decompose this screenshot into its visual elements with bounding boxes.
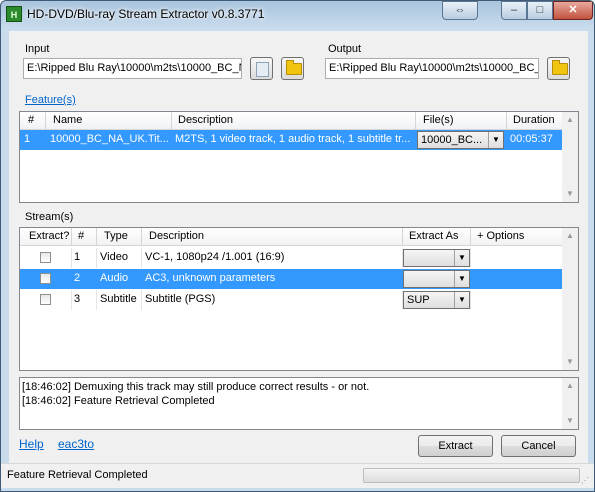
col-stream-num[interactable]: # bbox=[78, 230, 84, 242]
col-extract[interactable]: Extract? bbox=[29, 230, 69, 242]
extract-checkbox[interactable] bbox=[40, 294, 51, 305]
feature-files-value: 10000_BC... bbox=[421, 134, 483, 146]
output-path-field[interactable]: E:\Ripped Blu Ray\10000\m2ts\10000_BC_NA… bbox=[325, 58, 539, 79]
input-disc-button[interactable] bbox=[250, 57, 273, 80]
col-duration[interactable]: Duration bbox=[513, 114, 555, 126]
chevron-down-icon: ▼ bbox=[454, 292, 469, 308]
folder-icon bbox=[552, 60, 568, 75]
status-bar: Feature Retrieval Completed ⋰ bbox=[1, 463, 594, 488]
extract-checkbox[interactable] bbox=[40, 252, 51, 263]
stream-type: Subtitle bbox=[100, 293, 137, 305]
chevron-down-icon: ▼ bbox=[488, 132, 503, 148]
input-browse-button[interactable] bbox=[281, 57, 304, 80]
col-type[interactable]: Type bbox=[104, 230, 128, 242]
input-path-field[interactable]: E:\Ripped Blu Ray\10000\m2ts\10000_BC_NA… bbox=[23, 58, 242, 79]
extract-checkbox[interactable] bbox=[40, 273, 51, 284]
stream-type: Video bbox=[100, 251, 128, 263]
extract-as-value: SUP bbox=[407, 294, 430, 306]
col-num[interactable]: # bbox=[28, 114, 34, 126]
stream-row[interactable]: 2 Audio AC3, unknown parameters ▼ bbox=[20, 269, 563, 289]
resize-grip-icon[interactable]: ⋰ bbox=[581, 476, 591, 486]
scroll-down-icon[interactable]: ▼ bbox=[562, 354, 578, 370]
client-area: Input E:\Ripped Blu Ray\10000\m2ts\10000… bbox=[9, 31, 588, 487]
output-label: Output bbox=[328, 43, 362, 55]
stream-description: AC3, unknown parameters bbox=[145, 272, 276, 284]
progress-bar bbox=[363, 468, 580, 483]
input-label: Input bbox=[25, 43, 50, 55]
scroll-up-icon[interactable]: ▲ bbox=[562, 378, 578, 394]
scroll-up-icon[interactable]: ▲ bbox=[562, 112, 578, 128]
feature-name: 10000_BC_NA_UK.Tit... bbox=[50, 133, 169, 145]
streams-header: Extract? # Type Description Extract As +… bbox=[20, 228, 578, 246]
feature-num: 1 bbox=[24, 133, 31, 145]
folder-icon bbox=[286, 60, 302, 75]
features-label[interactable]: Feature(s) bbox=[25, 94, 76, 106]
streams-grid: Extract? # Type Description Extract As +… bbox=[19, 227, 579, 371]
disc-icon bbox=[256, 62, 269, 77]
eac3to-link[interactable]: eac3to bbox=[58, 437, 94, 451]
stream-type: Audio bbox=[100, 272, 129, 284]
stream-row[interactable]: 1 Video VC-1, 1080p24 /1.001 (16:9) ▼ bbox=[20, 248, 563, 268]
col-options[interactable]: + Options bbox=[477, 230, 524, 242]
log-box[interactable]: [18:46:02] Demuxing this track may still… bbox=[19, 377, 579, 430]
streams-scrollbar[interactable]: ▲ ▼ bbox=[562, 228, 578, 370]
feature-files-dropdown[interactable]: 10000_BC... ▼ bbox=[417, 131, 504, 149]
stream-row[interactable]: 3 Subtitle Subtitle (PGS) SUP ▼ bbox=[20, 290, 563, 310]
feature-duration: 00:05:37 bbox=[510, 133, 553, 145]
chevron-down-icon: ▼ bbox=[454, 271, 469, 287]
col-files[interactable]: File(s) bbox=[423, 114, 454, 126]
chevron-down-icon: ▼ bbox=[454, 250, 469, 266]
scroll-down-icon[interactable]: ▼ bbox=[562, 413, 578, 429]
log-line: [18:46:02] Feature Retrieval Completed bbox=[22, 395, 215, 407]
col-description[interactable]: Description bbox=[178, 114, 233, 126]
col-name[interactable]: Name bbox=[53, 114, 82, 126]
features-scrollbar[interactable]: ▲ ▼ bbox=[562, 112, 578, 202]
log-line: [18:46:02] Demuxing this track may still… bbox=[22, 381, 370, 393]
status-text: Feature Retrieval Completed bbox=[7, 469, 148, 481]
close-button[interactable]: ✕ bbox=[553, 1, 593, 20]
app-icon[interactable]: H bbox=[6, 6, 22, 22]
log-scrollbar[interactable]: ▲ ▼ bbox=[562, 378, 578, 429]
extract-as-dropdown[interactable]: ▼ bbox=[403, 249, 470, 267]
col-stream-description[interactable]: Description bbox=[149, 230, 204, 242]
scroll-down-icon[interactable]: ▼ bbox=[562, 186, 578, 202]
output-browse-button[interactable] bbox=[547, 57, 570, 80]
stream-num: 3 bbox=[74, 293, 81, 305]
app-window: H HD-DVD/Blu-ray Stream Extractor v0.8.3… bbox=[0, 0, 595, 492]
extract-as-dropdown[interactable]: ▼ bbox=[403, 270, 470, 288]
help-link[interactable]: Help bbox=[19, 437, 44, 451]
window-title: HD-DVD/Blu-ray Stream Extractor v0.8.377… bbox=[27, 7, 265, 21]
streams-label: Stream(s) bbox=[25, 211, 74, 223]
feature-row[interactable]: 1 10000_BC_NA_UK.Tit... M2TS, 1 video tr… bbox=[20, 130, 563, 150]
extract-button[interactable]: Extract bbox=[418, 435, 493, 457]
stream-num: 2 bbox=[74, 272, 81, 284]
features-grid: # Name Description File(s) Duration 1 10… bbox=[19, 111, 579, 203]
stream-num: 1 bbox=[74, 251, 81, 263]
maximize-button[interactable]: □ bbox=[527, 1, 553, 20]
col-extract-as[interactable]: Extract As bbox=[409, 230, 459, 242]
minimize-button[interactable]: – bbox=[501, 1, 527, 20]
features-header: # Name Description File(s) Duration bbox=[20, 112, 578, 130]
feature-description: M2TS, 1 video track, 1 audio track, 1 su… bbox=[175, 133, 411, 145]
cancel-button[interactable]: Cancel bbox=[501, 435, 576, 457]
resize-button[interactable]: ⇔ bbox=[442, 1, 478, 20]
scroll-up-icon[interactable]: ▲ bbox=[562, 228, 578, 244]
extract-as-dropdown[interactable]: SUP ▼ bbox=[403, 291, 470, 309]
stream-description: VC-1, 1080p24 /1.001 (16:9) bbox=[145, 251, 285, 263]
stream-description: Subtitle (PGS) bbox=[145, 293, 216, 305]
title-bar[interactable]: H HD-DVD/Blu-ray Stream Extractor v0.8.3… bbox=[1, 1, 594, 29]
